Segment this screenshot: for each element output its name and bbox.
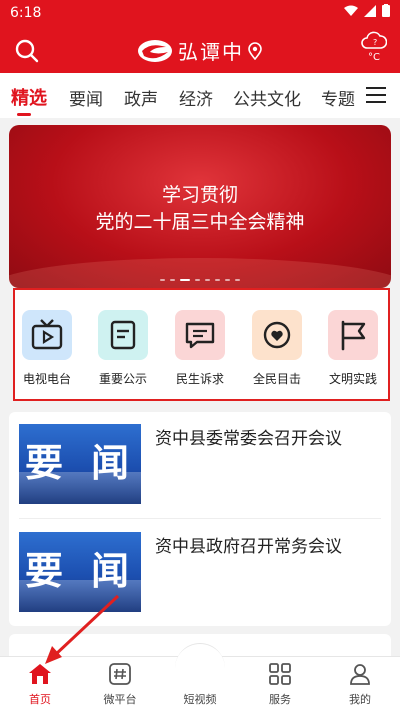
pagination-dot	[195, 279, 200, 281]
channel-tabs: 精选 要闻 政声 经济 公共文化 专题	[0, 73, 400, 118]
tab-economy[interactable]: 经济	[179, 85, 213, 110]
pagination-dot	[235, 279, 240, 281]
divider	[19, 518, 381, 519]
nav-services[interactable]: 服务	[250, 663, 310, 707]
nav-label: 首页	[29, 693, 51, 706]
cloud-icon: ?	[361, 31, 388, 49]
nav-home[interactable]: 首页	[10, 663, 70, 707]
banner-subtitle: 党的二十届三中全会精神	[95, 211, 305, 233]
status-time: 6:18	[10, 5, 42, 21]
tab-special[interactable]: 专题	[321, 85, 355, 110]
app-header: 6:18 弘谭中 ? °C	[0, 0, 400, 73]
logo-mark-icon	[138, 39, 172, 62]
news-thumbnail: 要 闻	[19, 532, 141, 612]
app-name: 弘谭中	[178, 40, 244, 64]
active-tab-indicator	[17, 113, 31, 116]
pagination-dot	[215, 279, 220, 281]
weather-unit: °C	[368, 52, 380, 63]
nav-label: 我的	[349, 693, 371, 706]
tab-politics[interactable]: 政声	[124, 85, 158, 110]
news-title: 资中县委常委会召开会议	[155, 429, 342, 449]
search-button[interactable]	[14, 38, 40, 64]
thumbnail-decoration	[19, 580, 141, 612]
shortcut-label: 民生诉求	[175, 372, 224, 386]
message-icon	[175, 310, 225, 360]
nav-label: 服务	[269, 693, 291, 706]
nav-label: 微平台	[103, 693, 137, 706]
shortcut-tv-radio[interactable]: 电视电台	[11, 310, 83, 387]
nav-short-video[interactable]: 短视频	[170, 663, 230, 707]
home-icon	[29, 664, 51, 684]
shortcut-label: 文明实践	[328, 372, 377, 386]
tab-public-culture[interactable]: 公共文化	[233, 85, 301, 110]
tab-featured[interactable]: 精选	[11, 84, 47, 110]
shortcut-civilization-practice[interactable]: 文明实践	[317, 310, 389, 387]
flag-icon	[328, 310, 378, 360]
shortcut-label: 重要公示	[98, 372, 147, 386]
news-title: 资中县政府召开常务会议	[155, 537, 342, 557]
list-item[interactable]: 要 闻 资中县政府召开常务会议	[19, 532, 381, 616]
tab-headlines[interactable]: 要闻	[69, 85, 103, 110]
signal-icon	[364, 4, 376, 17]
pagination-dot-active	[180, 279, 190, 281]
banner-title: 学习贯彻	[161, 184, 238, 206]
banner-decoration	[9, 258, 391, 288]
menu-icon[interactable]	[366, 87, 386, 105]
user-icon	[350, 664, 370, 685]
pagination-dot	[225, 279, 230, 281]
pagination-dot	[170, 279, 175, 281]
shortcut-announcements[interactable]: 重要公示	[87, 310, 159, 387]
video-icon	[188, 663, 212, 685]
shortcut-public-appeals[interactable]: 民生诉求	[164, 310, 236, 387]
shortcut-witness[interactable]: 全民目击	[241, 310, 313, 387]
nav-micro-platform[interactable]: 微平台	[90, 663, 150, 707]
news-list: 要 闻 资中县委常委会召开会议 要 闻 资中县政府召开常务会议	[9, 412, 391, 626]
hashtag-icon	[109, 663, 131, 685]
weather-value: ?	[373, 38, 377, 47]
pagination-dot	[160, 279, 165, 281]
weather-widget[interactable]: ? °C	[360, 30, 388, 63]
tv-icon	[22, 310, 72, 360]
pagination-dot	[205, 279, 210, 281]
shortcut-label: 电视电台	[22, 372, 71, 386]
notice-icon	[98, 310, 148, 360]
shortcut-grid: 电视电台 重要公示 民生诉求 全民目击 文明实践	[13, 288, 390, 401]
app-logo: 弘谭中	[136, 36, 262, 65]
banner-pagination	[0, 279, 400, 281]
news-thumbnail: 要 闻	[19, 424, 141, 504]
status-icons	[344, 4, 390, 17]
grid-icon	[269, 663, 291, 685]
nav-label: 短视频	[183, 693, 217, 706]
thumbnail-decoration	[19, 472, 141, 504]
shortcut-label: 全民目击	[252, 372, 301, 386]
bottom-navigation: 首页 微平台 短视频 服务 我的	[0, 643, 400, 712]
battery-icon	[382, 4, 390, 17]
search-icon	[15, 39, 39, 63]
eye-icon	[252, 310, 302, 360]
location-pin-icon	[248, 41, 262, 60]
wifi-icon	[344, 5, 358, 16]
list-item[interactable]: 要 闻 资中县委常委会召开会议	[19, 424, 381, 508]
nav-profile[interactable]: 我的	[330, 663, 390, 707]
hero-banner[interactable]: 学习贯彻 党的二十届三中全会精神	[9, 125, 391, 288]
